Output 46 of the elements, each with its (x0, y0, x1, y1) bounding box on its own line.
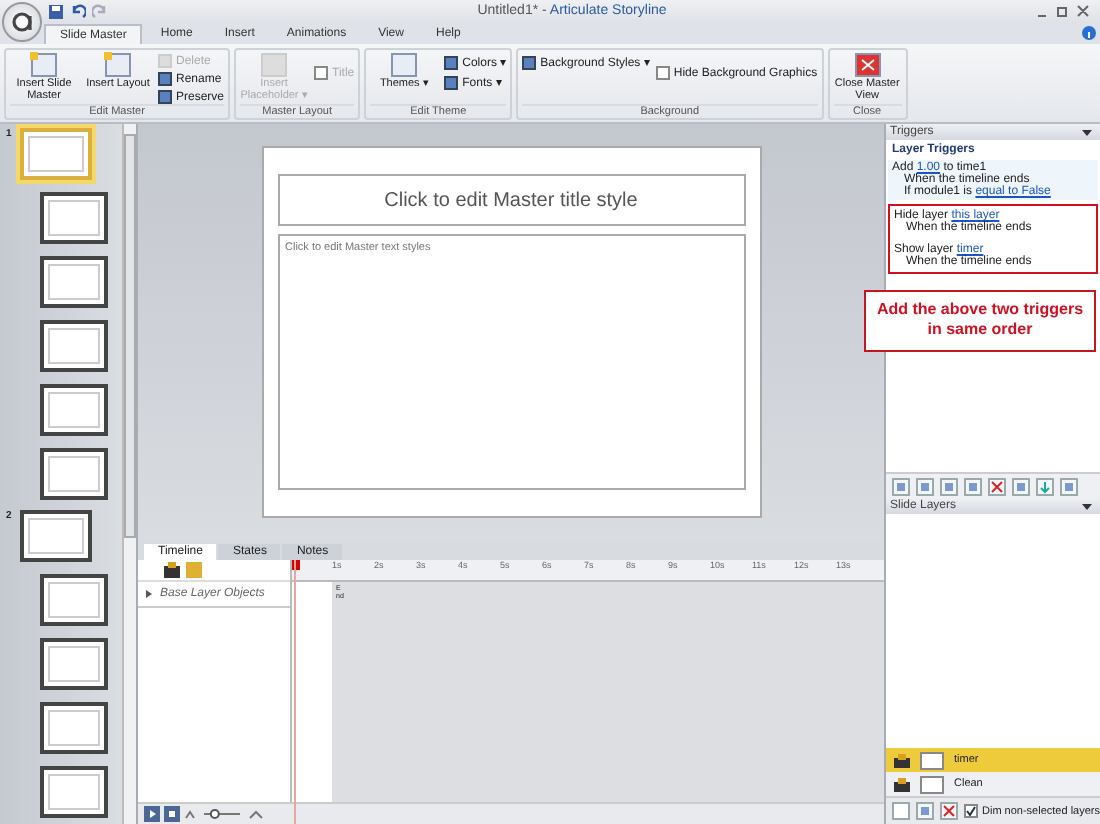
slide-thumbnail[interactable] (40, 447, 108, 500)
slide-thumbnail[interactable] (40, 766, 108, 819)
title-placeholder[interactable]: Click to edit Master title style (277, 174, 745, 226)
delete-icon[interactable] (940, 802, 958, 820)
expand-icon[interactable] (146, 590, 152, 598)
zoom-in-icon[interactable] (248, 808, 264, 820)
delete-icon[interactable] (988, 477, 1006, 495)
play-icon[interactable] (144, 806, 160, 822)
copy-icon[interactable] (916, 802, 934, 820)
zoom-slider[interactable] (200, 808, 244, 820)
visibility-icon[interactable] (894, 777, 910, 791)
scrollbar[interactable] (122, 124, 136, 824)
playhead-icon[interactable] (292, 560, 302, 824)
dropdown-icon[interactable] (1082, 503, 1092, 509)
layer-thumbnail (920, 775, 944, 793)
save-icon[interactable] (48, 3, 64, 19)
command-icon (390, 52, 419, 78)
help-icon[interactable] (1082, 26, 1096, 40)
command-icon (522, 55, 537, 69)
toolbar-icon[interactable] (1036, 477, 1054, 495)
zoom-out-icon[interactable] (184, 808, 196, 820)
command-icon (853, 52, 882, 78)
dropdown-icon[interactable] (1082, 129, 1092, 135)
camera-icon[interactable] (164, 562, 180, 578)
checkmark-icon (966, 806, 976, 816)
logo-icon (10, 10, 34, 34)
slide-thumbnail[interactable] (40, 638, 108, 691)
slide-thumbnail[interactable] (40, 702, 108, 755)
slide-thumbnail[interactable] (40, 319, 108, 372)
callout-note: Add the above two triggers in same order (864, 290, 1096, 352)
toolbar-icon[interactable] (1012, 477, 1030, 495)
slide-thumbnail[interactable] (20, 128, 92, 180)
slide-thumbnail[interactable] (40, 191, 108, 244)
stop-icon[interactable] (164, 806, 180, 822)
slide-thumbnail[interactable] (20, 510, 92, 563)
visibility-icon[interactable] (894, 753, 910, 767)
command-icon (30, 52, 58, 78)
command-icon (104, 52, 132, 78)
slide-thumbnail[interactable] (40, 255, 108, 308)
layer-thumbnail (920, 751, 944, 769)
slide-thumbnail[interactable] (40, 383, 108, 436)
slide-thumbnail[interactable] (40, 574, 108, 627)
undo-icon[interactable] (70, 3, 86, 19)
toolbar-icon[interactable] (1060, 477, 1078, 495)
window-controls-icon[interactable] (1036, 4, 1092, 18)
app-logo-button[interactable] (2, 2, 42, 42)
